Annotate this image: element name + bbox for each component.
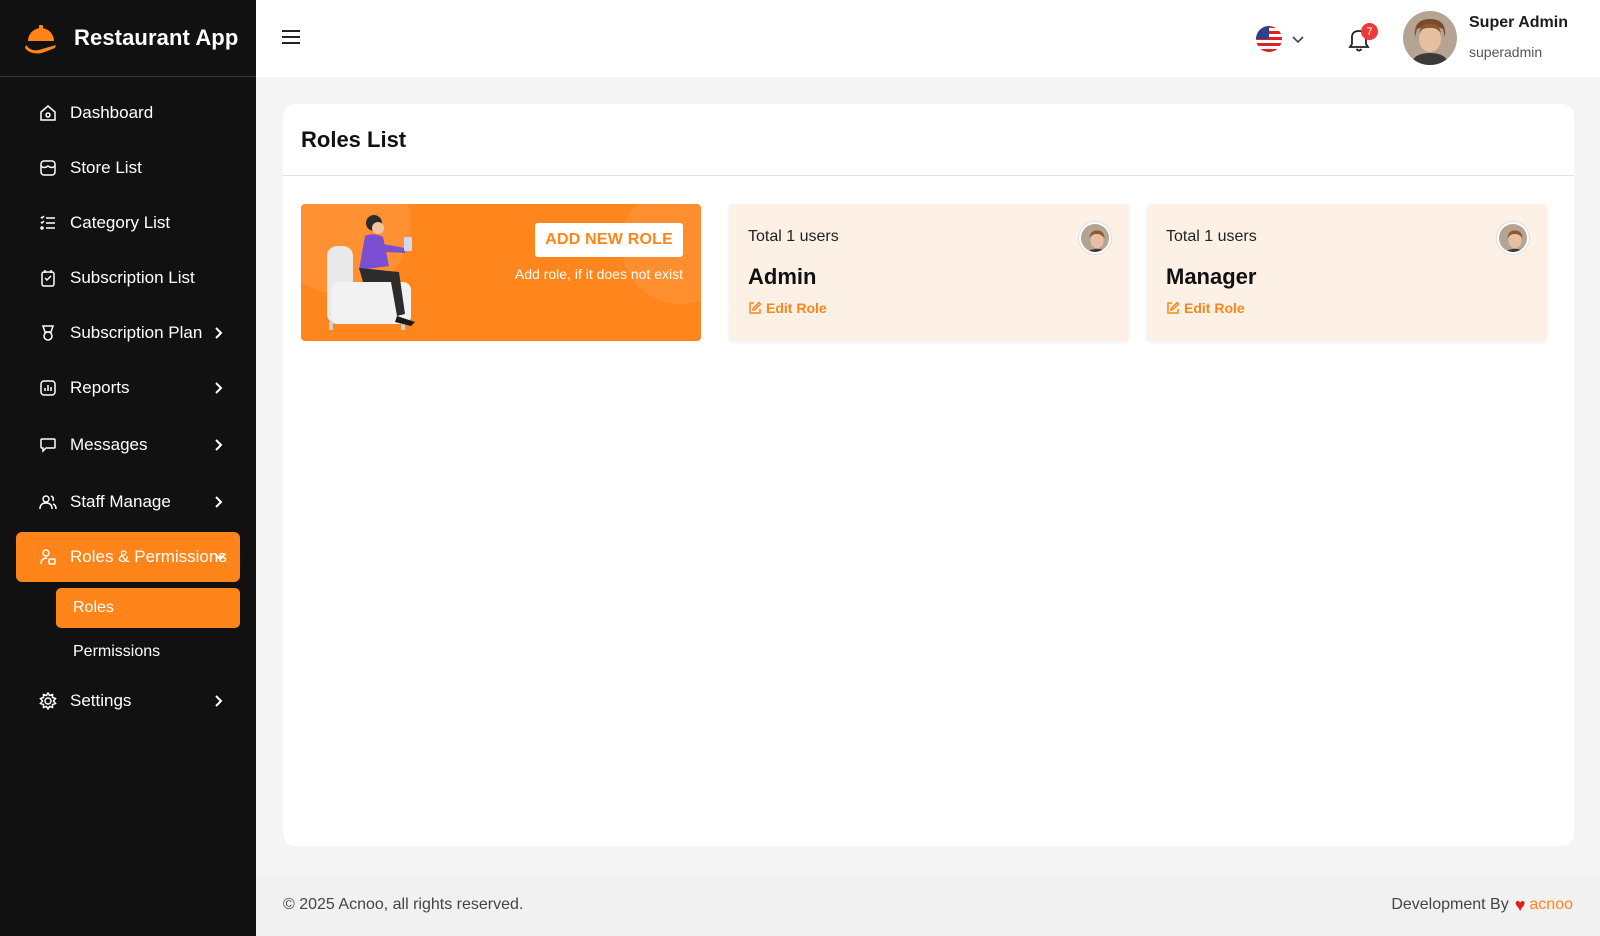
us-flag-icon (1256, 26, 1282, 52)
chevron-right-icon (212, 695, 224, 707)
store-icon (38, 158, 58, 178)
message-icon (38, 435, 58, 455)
sidebar-item-category-list[interactable]: Category List (16, 198, 240, 248)
role-user-avatar (1079, 222, 1111, 254)
page-title: Roles List (301, 126, 407, 152)
chevron-down-icon (1292, 36, 1304, 44)
trophy-icon (38, 323, 58, 343)
sidebar-item-label: Category List (70, 213, 171, 232)
role-users-count: Total 1 users (748, 228, 839, 245)
developer-link[interactable]: acnoo (1529, 896, 1573, 914)
sidebar-item-label: Dashboard (70, 103, 154, 122)
sidebar-item-dashboard[interactable]: Dashboard (16, 88, 240, 138)
chevron-right-icon (212, 496, 224, 508)
sidebar: Restaurant App Dashboard Store List Cate… (0, 0, 256, 936)
edit-role-link[interactable]: Edit Role (748, 300, 827, 316)
developer-prefix: Development By (1391, 896, 1509, 913)
card-header: Roles List (283, 104, 1574, 176)
sidebar-item-staff-manage[interactable]: Staff Manage (16, 477, 240, 527)
edit-icon (749, 301, 762, 314)
edit-icon (1167, 301, 1180, 314)
brand[interactable]: Restaurant App (0, 0, 256, 77)
role-user-avatar (1497, 222, 1529, 254)
sidebar-item-store-list[interactable]: Store List (16, 143, 240, 193)
role-users-count: Total 1 users (1166, 228, 1257, 245)
sidebar-item-label: Subscription List (70, 268, 195, 287)
list-icon (38, 213, 58, 233)
add-role-hint: Add role, if it does not exist (514, 266, 683, 282)
gear-icon (38, 691, 58, 711)
edit-role-label: Edit Role (766, 300, 827, 316)
sidebar-item-settings[interactable]: Settings (16, 676, 240, 726)
avatar-image (1081, 224, 1109, 252)
sidebar-item-label: Settings (70, 691, 132, 710)
developer-credit: Development By ♥ acnoo (1391, 896, 1573, 914)
clipboard-icon (38, 268, 58, 288)
roles-list-card: Roles List ADD NEW ROLE Add role, if it … (283, 104, 1574, 846)
sidebar-subitem-permissions[interactable]: Permissions (56, 632, 240, 672)
heart-icon: ♥ (1514, 895, 1526, 915)
sidebar-item-reports[interactable]: Reports (16, 363, 240, 413)
sidebar-item-subscription-list[interactable]: Subscription List (16, 253, 240, 303)
top-header: 7 Super Admin superadmin (256, 0, 1600, 77)
notification-count-badge: 7 (1361, 23, 1378, 40)
app-name: Restaurant App (74, 25, 239, 50)
home-icon (38, 103, 58, 123)
chevron-right-icon (212, 327, 224, 339)
copyright-text: © 2025 Acnoo, all rights reserved. (283, 896, 524, 913)
edit-role-label: Edit Role (1184, 300, 1245, 316)
users-icon (38, 492, 58, 512)
add-role-card: ADD NEW ROLE Add role, if it does not ex… (301, 204, 701, 341)
chevron-down-icon (214, 551, 226, 563)
role-name: Admin (748, 264, 817, 289)
report-icon (38, 378, 58, 398)
sidebar-item-label: Store List (70, 158, 142, 177)
role-card-manager: Total 1 users Manager Edit Role (1147, 204, 1547, 341)
sidebar-subitem-label: Permissions (73, 643, 161, 660)
user-handle: superadmin (1469, 44, 1543, 60)
role-name: Manager (1166, 264, 1257, 289)
sidebar-subitem-roles[interactable]: Roles (56, 588, 240, 628)
avatar-image (1403, 11, 1457, 65)
hamburger-menu-icon[interactable] (280, 26, 302, 48)
sidebar-subitem-label: Roles (73, 599, 114, 616)
sidebar-item-label: Subscription Plan (70, 323, 203, 342)
sidebar-item-label: Messages (70, 435, 148, 454)
chevron-right-icon (212, 382, 224, 394)
sidebar-item-label: Roles & Permissions (70, 547, 227, 566)
sidebar-item-messages[interactable]: Messages (16, 420, 240, 470)
chevron-right-icon (212, 439, 224, 451)
edit-role-link[interactable]: Edit Role (1166, 300, 1245, 316)
sidebar-item-subscription-plan[interactable]: Subscription Plan (16, 308, 240, 358)
page-footer: © 2025 Acnoo, all rights reserved. Devel… (256, 874, 1600, 936)
sidebar-item-label: Reports (70, 378, 130, 397)
add-new-role-button[interactable]: ADD NEW ROLE (535, 223, 683, 257)
app-logo-icon (25, 25, 56, 54)
avatar-image (1499, 224, 1527, 252)
user-name: Super Admin (1469, 14, 1568, 31)
language-selector[interactable] (1255, 24, 1305, 54)
role-card-admin: Total 1 users Admin Edit Role (729, 204, 1129, 341)
user-avatar[interactable] (1403, 11, 1457, 65)
sidebar-item-label: Staff Manage (70, 492, 171, 511)
sidebar-item-roles-permissions[interactable]: Roles & Permissions (16, 532, 240, 582)
role-icon (38, 547, 58, 567)
